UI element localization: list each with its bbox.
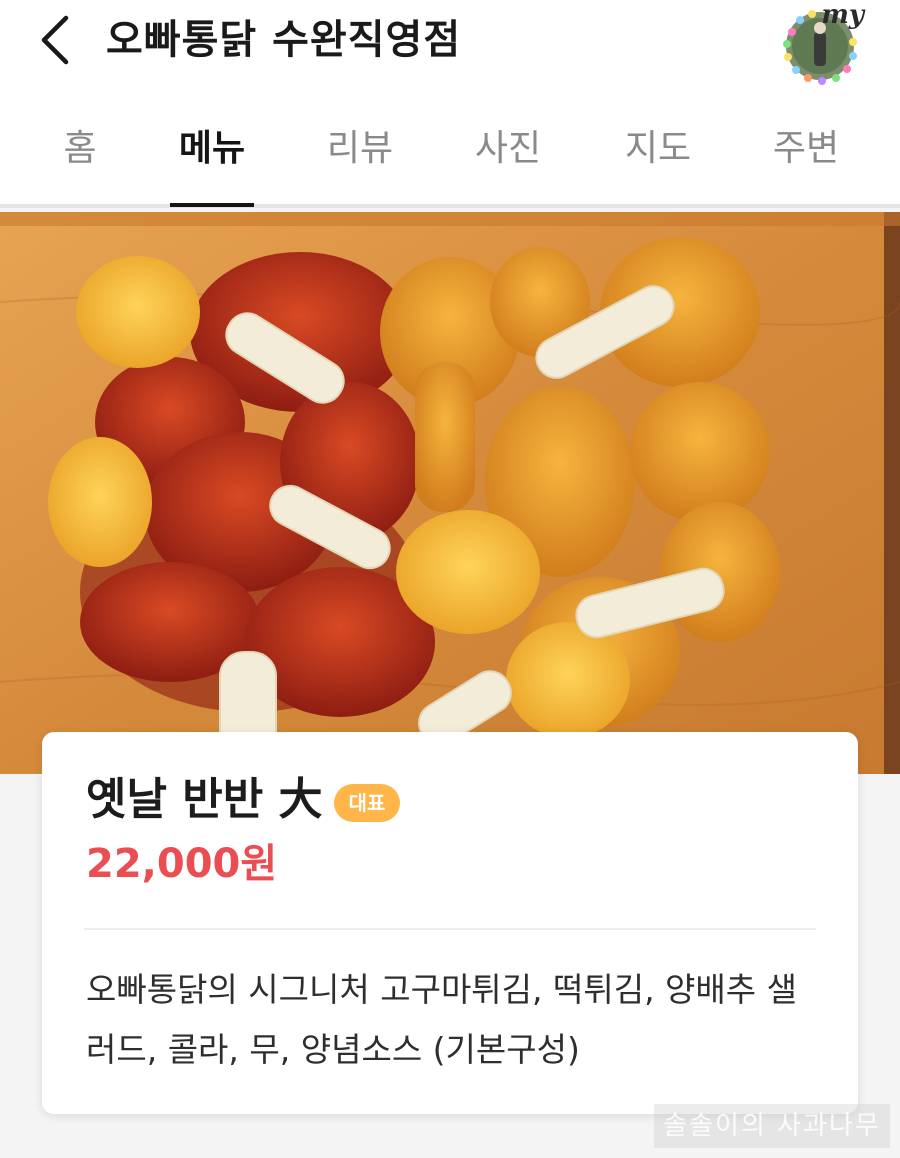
tab-bar: 홈 메뉴 리뷰 사진 지도 주변	[0, 90, 900, 208]
menu-item-photo[interactable]	[0, 212, 900, 774]
chevron-left-icon	[41, 15, 69, 65]
menu-item-description: 오빠통닭의 시그니처 고구마튀김, 떡튀김, 양배추 샐러드, 콜라, 무, 양…	[86, 970, 797, 1069]
page-title: 오빠통닭 수완직영점	[106, 17, 462, 63]
back-button[interactable]	[30, 12, 82, 68]
menu-item-card[interactable]: 옛날 반반 大 대표 22,000원 오빠통닭의 시그니처 고구마튀김, 떡튀김…	[42, 732, 858, 1114]
menu-item-name: 옛날 반반 大	[86, 774, 323, 825]
watermark: 솔솔이의 사과나무	[654, 1104, 890, 1148]
tab-home[interactable]: 홈	[40, 124, 120, 174]
signature-badge: 대표	[334, 784, 400, 822]
profile-avatar[interactable]: my	[772, 0, 866, 86]
divider	[84, 928, 816, 930]
tab-reviews[interactable]: 리뷰	[308, 124, 412, 174]
tab-nearby[interactable]: 주변	[754, 124, 858, 174]
tab-menu[interactable]: 메뉴	[160, 124, 264, 174]
menu-item-price: 22,000원	[86, 841, 278, 887]
app-header: 오빠통닭 수완직영점 my	[0, 0, 900, 90]
profile-badge: my	[821, 0, 864, 30]
active-tab-indicator	[170, 203, 254, 207]
fried-chicken-image	[0, 212, 900, 774]
tab-map[interactable]: 지도	[606, 124, 710, 174]
tab-photos[interactable]: 사진	[456, 124, 560, 174]
